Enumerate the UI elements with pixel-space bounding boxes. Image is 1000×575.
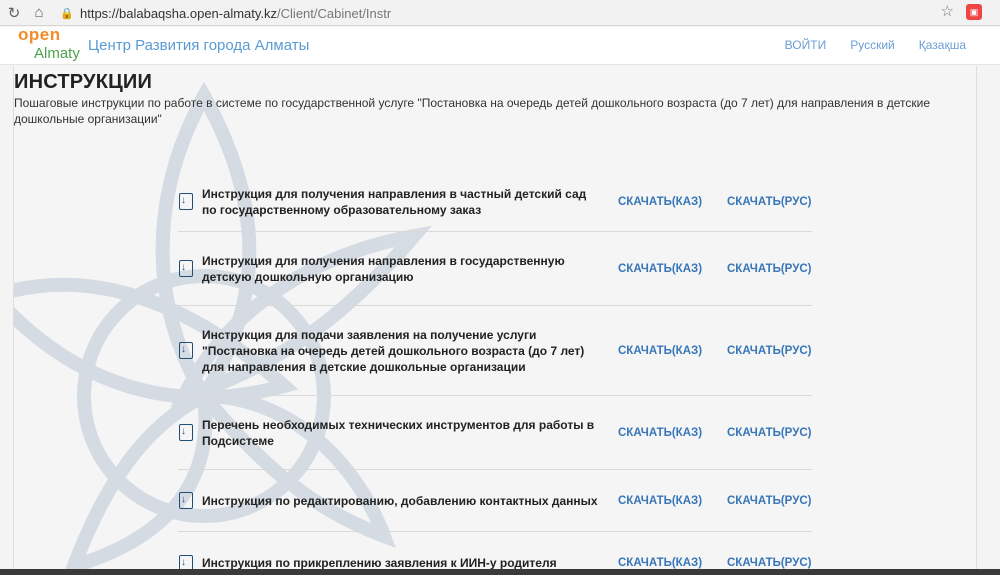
instruction-title: Инструкция для получения направления в г… — [202, 253, 565, 284]
lock-icon: 🔒 — [60, 7, 74, 20]
url-host: https://balabaqsha.open-almaty.kz — [80, 5, 278, 21]
instruction-title: Инструкция для подачи заявления на получ… — [202, 327, 585, 374]
download-kaz-link[interactable]: СКАЧАТЬ(КАЗ) — [618, 427, 702, 439]
download-rus-link[interactable]: СКАЧАТЬ(РУС) — [727, 495, 812, 507]
bookmark-star-icon[interactable]: ☆ — [941, 2, 954, 20]
instruction-row: Инструкция для подачи заявления на получ… — [178, 306, 812, 396]
lang-russian-link[interactable]: Русский — [850, 38, 895, 52]
top-nav: ВОЙТИ Русский Қазақша — [785, 38, 966, 52]
site-header: open Almaty Центр Развития города Алматы… — [0, 25, 1000, 65]
instruction-row: Перечень необходимых технических инструм… — [178, 396, 812, 470]
download-kaz-link[interactable]: СКАЧАТЬ(КАЗ) — [618, 495, 702, 507]
document-download-icon — [179, 424, 193, 441]
document-download-icon — [179, 492, 193, 509]
reload-icon[interactable]: ↻ — [3, 2, 25, 24]
home-icon[interactable]: ⌂ — [28, 2, 50, 24]
lang-kazakh-link[interactable]: Қазақша — [919, 38, 966, 52]
extension-icon[interactable]: ▣ — [966, 4, 982, 20]
download-rus-link[interactable]: СКАЧАТЬ(РУС) — [727, 196, 812, 208]
main-panel: ИНСТРУКЦИИ Пошаговые инструкции по работ… — [13, 66, 977, 575]
download-rus-link[interactable]: СКАЧАТЬ(РУС) — [727, 557, 812, 569]
download-rus-link[interactable]: СКАЧАТЬ(РУС) — [727, 345, 812, 357]
document-download-icon — [179, 193, 193, 210]
download-kaz-link[interactable]: СКАЧАТЬ(КАЗ) — [618, 196, 702, 208]
site-title[interactable]: Центр Развития города Алматы — [88, 37, 309, 54]
page-description: Пошаговые инструкции по работе в системе… — [14, 96, 931, 126]
document-download-icon — [179, 342, 193, 359]
login-link[interactable]: ВОЙТИ — [785, 38, 827, 52]
download-kaz-link[interactable]: СКАЧАТЬ(КАЗ) — [618, 557, 702, 569]
url-path: /Client/Cabinet/Instr — [277, 5, 392, 21]
instruction-row: Инструкция для получения направления в г… — [178, 232, 812, 306]
download-kaz-link[interactable]: СКАЧАТЬ(КАЗ) — [618, 345, 702, 357]
open-almaty-logo[interactable]: open Almaty — [12, 25, 88, 65]
instruction-title: Перечень необходимых технических инструм… — [202, 417, 595, 448]
download-rus-link[interactable]: СКАЧАТЬ(РУС) — [727, 263, 812, 275]
logo-open-text: open — [18, 25, 61, 44]
instruction-title: Инструкция для получения направления в ч… — [202, 186, 587, 217]
instruction-title: Инструкция по редактированию, добавлению… — [202, 493, 598, 508]
page-title: ИНСТРУКЦИИ — [14, 71, 153, 93]
document-download-icon — [179, 260, 193, 277]
instruction-row: Инструкция по редактированию, добавлению… — [178, 470, 812, 532]
instruction-list: Инструкция для получения направления в ч… — [178, 172, 812, 575]
browser-toolbar: ↻ ⌂ 🔒 https://balabaqsha.open-almaty.kz /… — [0, 0, 1000, 26]
address-bar[interactable]: 🔒 https://balabaqsha.open-almaty.kz/Clie… — [60, 3, 960, 23]
download-kaz-link[interactable]: СКАЧАТЬ(КАЗ) — [618, 263, 702, 275]
os-taskbar — [0, 569, 1000, 575]
download-rus-link[interactable]: СКАЧАТЬ(РУС) — [727, 427, 812, 439]
instruction-row: Инструкция для получения направления в ч… — [178, 172, 812, 232]
logo-almaty-text: Almaty — [34, 45, 80, 62]
